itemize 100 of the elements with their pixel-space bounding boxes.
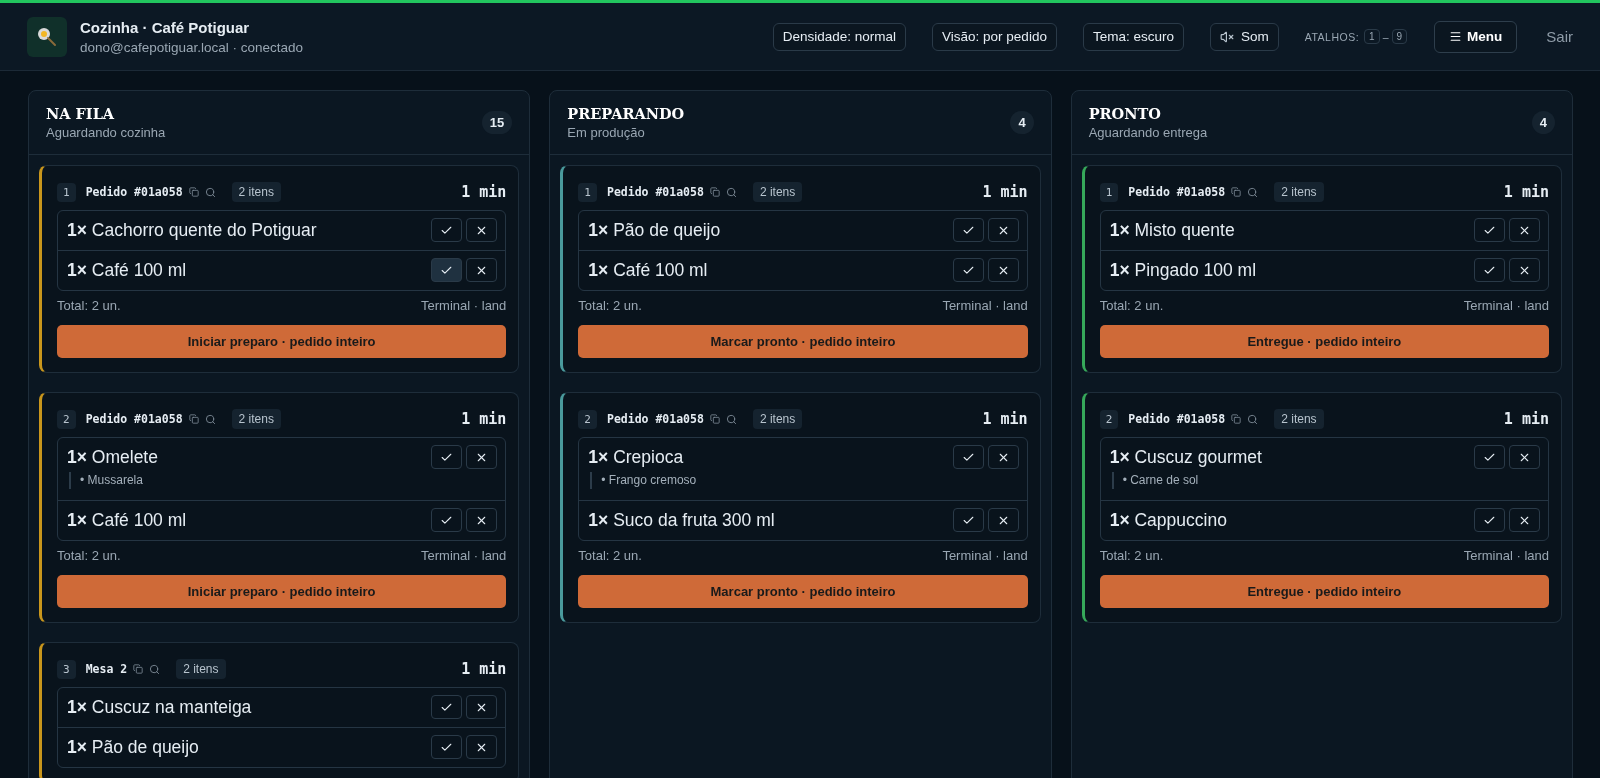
- check-button[interactable]: [431, 445, 463, 469]
- check-button[interactable]: [431, 508, 463, 532]
- order-count: 4: [1531, 111, 1555, 134]
- item-name: 1× Cuscuz na manteiga: [67, 696, 253, 719]
- order-action-button[interactable]: Entregue · pedido inteiro: [1099, 575, 1549, 608]
- remove-button[interactable]: [1509, 218, 1540, 242]
- item-count: 2 itens: [231, 182, 281, 202]
- search-icon[interactable]: [149, 663, 161, 675]
- column-title: PREPARANDO: [567, 105, 685, 122]
- order-number: 2: [57, 409, 76, 429]
- order-total: Total: 2 un.: [1099, 548, 1164, 563]
- search-icon[interactable]: [1247, 186, 1259, 198]
- order-title: Mesa 2: [85, 662, 128, 676]
- item-name: 1× Cappuccino: [1109, 509, 1228, 532]
- copy-icon[interactable]: [709, 414, 720, 424]
- order-source: Terminal · land: [421, 298, 507, 313]
- order-action-button[interactable]: Iniciar preparo · pedido inteiro: [57, 325, 507, 358]
- copy-icon[interactable]: [1231, 414, 1242, 424]
- order-title: Pedido #01a058: [606, 185, 704, 199]
- setting-button[interactable]: Densidade: normal: [772, 22, 907, 51]
- order-total: Total: 2 un.: [1099, 298, 1164, 313]
- check-button[interactable]: [431, 218, 463, 242]
- order-action-button[interactable]: Marcar pronto · pedido inteiro: [578, 575, 1028, 608]
- order-title: Pedido #01a058: [1128, 185, 1226, 199]
- shortcut-key: 1: [1364, 29, 1380, 44]
- check-button[interactable]: [1474, 258, 1505, 282]
- item-note: • Carne de sol: [1111, 472, 1470, 489]
- order-number: 2: [1099, 409, 1119, 429]
- setting-button[interactable]: Tema: escuro: [1082, 22, 1184, 51]
- search-icon[interactable]: [725, 186, 737, 198]
- order-title: Pedido #01a058: [85, 185, 183, 199]
- order-number: 1: [57, 182, 76, 202]
- item-name: 1× Café 100 ml: [588, 259, 709, 282]
- item-name: 1× Omelete: [67, 446, 159, 469]
- menu-icon: [1449, 30, 1463, 43]
- check-button[interactable]: [1474, 218, 1505, 242]
- order-action-button[interactable]: Entregue · pedido inteiro: [1099, 325, 1549, 358]
- remove-button[interactable]: [1509, 508, 1540, 532]
- item-name: 1× Misto quente: [1109, 219, 1236, 242]
- check-button[interactable]: [952, 218, 984, 242]
- check-button[interactable]: [952, 258, 984, 282]
- order-action-button[interactable]: Iniciar preparo · pedido inteiro: [57, 575, 507, 608]
- item-count: 2 itens: [231, 409, 281, 429]
- item-count: 2 itens: [176, 659, 226, 679]
- order-time: 1 min: [461, 183, 507, 201]
- logout-link[interactable]: Sair: [1546, 28, 1573, 45]
- copy-icon[interactable]: [133, 664, 144, 674]
- order-time: 1 min: [982, 183, 1028, 201]
- check-button[interactable]: [952, 445, 984, 469]
- order-total: Total: 2 un.: [57, 298, 121, 313]
- remove-button[interactable]: [466, 445, 498, 469]
- search-icon[interactable]: [1247, 413, 1259, 425]
- order-total: Total: 2 un.: [578, 548, 642, 563]
- remove-button[interactable]: [987, 258, 1019, 282]
- check-button[interactable]: [1474, 445, 1505, 469]
- item-count: 2 itens: [1274, 409, 1324, 429]
- copy-icon[interactable]: [188, 187, 199, 197]
- remove-button[interactable]: [987, 218, 1019, 242]
- remove-button[interactable]: [466, 695, 498, 719]
- remove-button[interactable]: [466, 735, 498, 759]
- remove-button[interactable]: [987, 508, 1019, 532]
- setting-button[interactable]: Visão: por pedido: [932, 22, 1057, 51]
- remove-button[interactable]: [466, 218, 498, 242]
- search-icon[interactable]: [204, 186, 216, 198]
- remove-button[interactable]: [987, 445, 1019, 469]
- item-count: 2 itens: [752, 409, 803, 429]
- search-icon[interactable]: [725, 413, 737, 425]
- order-time: 1 min: [461, 660, 507, 678]
- order-time: 1 min: [1503, 183, 1549, 201]
- check-button[interactable]: [431, 258, 463, 282]
- remove-button[interactable]: [466, 258, 498, 282]
- order-count: 4: [1010, 111, 1034, 134]
- copy-icon[interactable]: [1231, 187, 1242, 197]
- item-name: 1× Pingado 100 ml: [1109, 259, 1258, 282]
- item-name: 1× Crepioca: [588, 446, 685, 469]
- order-time: 1 min: [982, 410, 1028, 428]
- remove-button[interactable]: [466, 508, 498, 532]
- remove-button[interactable]: [1509, 445, 1540, 469]
- check-button[interactable]: [952, 508, 984, 532]
- check-button[interactable]: [431, 735, 463, 759]
- speaker-muted-icon: [1219, 29, 1234, 44]
- order-source: Terminal · land: [1463, 548, 1549, 563]
- order-time: 1 min: [1503, 410, 1549, 428]
- search-icon[interactable]: [204, 413, 216, 425]
- check-button[interactable]: [1474, 508, 1505, 532]
- sound-button[interactable]: Som: [1209, 22, 1279, 51]
- item-count: 2 itens: [752, 182, 803, 202]
- order-total: Total: 2 un.: [578, 298, 642, 313]
- range-separator: –: [1382, 30, 1389, 43]
- order-number: 1: [1099, 182, 1119, 202]
- item-note: • Mussarela: [69, 472, 428, 489]
- copy-icon[interactable]: [709, 187, 720, 197]
- copy-icon[interactable]: [188, 414, 199, 424]
- check-button[interactable]: [431, 695, 463, 719]
- item-name: 1× Café 100 ml: [67, 509, 188, 532]
- order-action-button[interactable]: Marcar pronto · pedido inteiro: [578, 325, 1028, 358]
- menu-button[interactable]: Menu: [1434, 20, 1518, 53]
- remove-button[interactable]: [1509, 258, 1540, 282]
- shortcuts-label: ATALHOS:: [1304, 30, 1360, 43]
- frying-pan-icon: [37, 26, 57, 47]
